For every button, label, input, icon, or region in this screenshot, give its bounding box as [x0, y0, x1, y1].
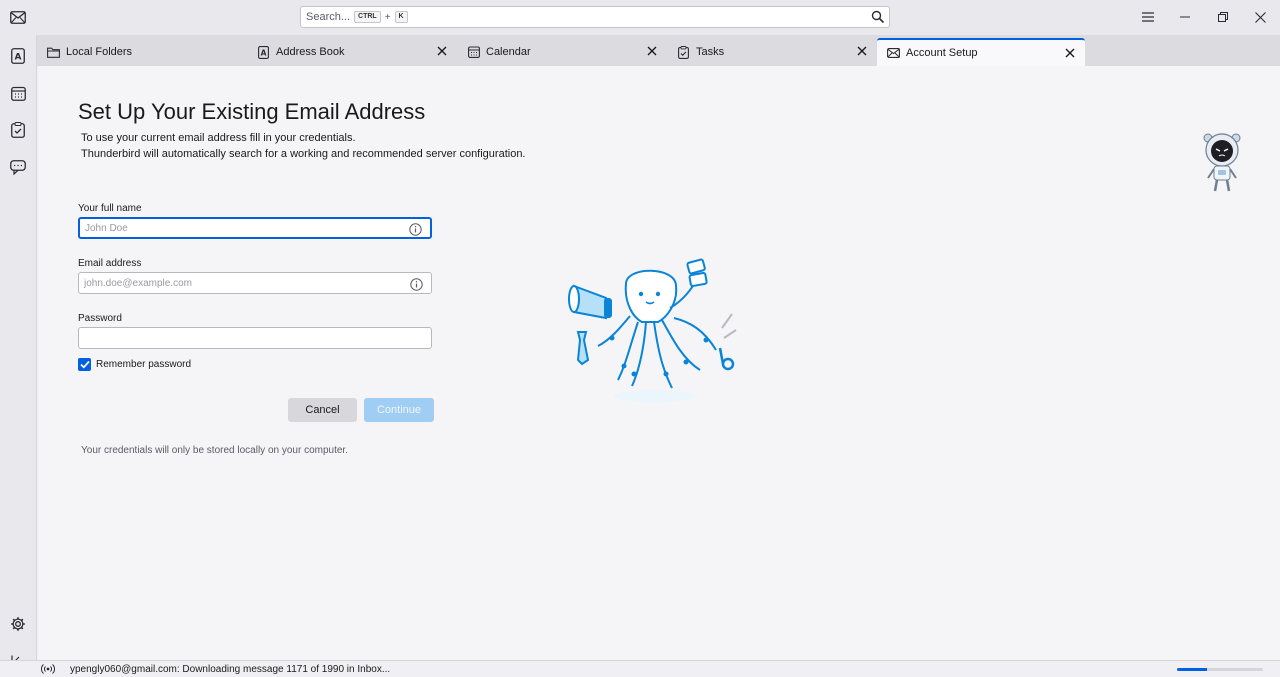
spaces-toolbar: A [0, 35, 37, 667]
account-setup-page: Set Up Your Existing Email Address To us… [38, 66, 1280, 660]
mail-space-icon[interactable] [8, 8, 28, 26]
close-tab-icon[interactable] [855, 44, 869, 58]
search-placeholder: Search... [306, 11, 351, 23]
shortcut-plus: + [384, 11, 391, 23]
address-book-icon: A [257, 45, 270, 59]
calendar-icon [467, 46, 480, 59]
tab-label: Local Folders [66, 46, 133, 58]
calendar-space-icon[interactable] [9, 84, 27, 102]
tab-address-book[interactable]: A Address Book [247, 38, 457, 66]
info-icon[interactable] [408, 222, 422, 236]
status-text: ypengly060@gmail.com: Downloading messag… [70, 664, 391, 675]
description-line-1: To use your current email address fill i… [81, 132, 356, 144]
password-input[interactable] [78, 327, 432, 349]
tasks-icon [677, 45, 690, 59]
description-line-2: Thunderbird will automatically search fo… [81, 148, 526, 160]
shortcut-k-key: K [394, 11, 408, 23]
password-label: Password [78, 313, 122, 324]
remember-password-label: Remember password [96, 359, 192, 370]
close-tab-icon[interactable] [645, 44, 659, 58]
restore-icon[interactable] [1214, 8, 1232, 26]
shortcut-ctrl-key: CTRL [354, 11, 381, 23]
search-icon[interactable] [871, 10, 885, 24]
close-tab-icon[interactable] [1063, 46, 1077, 60]
page-title: Set Up Your Existing Email Address [78, 99, 426, 124]
email-input[interactable]: john.doe@example.com [78, 272, 432, 294]
minimize-icon[interactable] [1176, 8, 1194, 26]
octopus-illustration [566, 256, 742, 406]
svg-text:A: A [15, 53, 22, 63]
tab-label: Account Setup [906, 47, 978, 59]
download-progress-bar [1177, 668, 1263, 671]
email-placeholder: john.doe@example.com [84, 277, 192, 289]
progress-fill [1177, 668, 1208, 671]
tab-label: Address Book [276, 46, 345, 58]
title-bar: Search... CTRL + K [0, 0, 1280, 35]
svg-text:A: A [261, 48, 267, 57]
continue-button[interactable]: Continue [364, 398, 434, 422]
tab-tasks[interactable]: Tasks [667, 38, 877, 66]
tab-account-setup[interactable]: Account Setup [877, 38, 1085, 66]
tab-local-folders[interactable]: Local Folders [37, 38, 247, 66]
email-label: Email address [78, 258, 142, 269]
folder-icon [47, 46, 60, 59]
status-bar: ypengly060@gmail.com: Downloading messag… [0, 660, 1280, 677]
global-search-input[interactable]: Search... CTRL + K [300, 6, 890, 28]
info-icon[interactable] [409, 277, 423, 291]
full-name-label: Your full name [78, 203, 142, 214]
credentials-note: Your credentials will only be stored loc… [81, 445, 348, 456]
settings-gear-icon[interactable] [9, 615, 27, 633]
chat-space-icon[interactable] [9, 158, 27, 176]
astronaut-mascot [1202, 128, 1242, 194]
tab-calendar[interactable]: Calendar [457, 38, 667, 66]
full-name-placeholder: John Doe [85, 222, 128, 234]
address-book-space-icon[interactable]: A [9, 47, 27, 65]
cancel-button[interactable]: Cancel [288, 398, 357, 422]
app-menu-icon[interactable] [1139, 8, 1157, 26]
full-name-input[interactable]: John Doe [78, 217, 432, 239]
tab-label: Tasks [696, 46, 725, 58]
close-tab-icon[interactable] [435, 44, 449, 58]
close-window-icon[interactable] [1251, 8, 1269, 26]
tab-label: Calendar [486, 46, 531, 58]
remember-password-checkbox[interactable] [78, 358, 91, 371]
mail-icon [887, 47, 900, 60]
tasks-space-icon[interactable] [9, 121, 27, 139]
tab-strip: Local Folders A Address Book Calendar Ta… [37, 35, 1280, 66]
online-status-icon[interactable] [41, 663, 55, 675]
